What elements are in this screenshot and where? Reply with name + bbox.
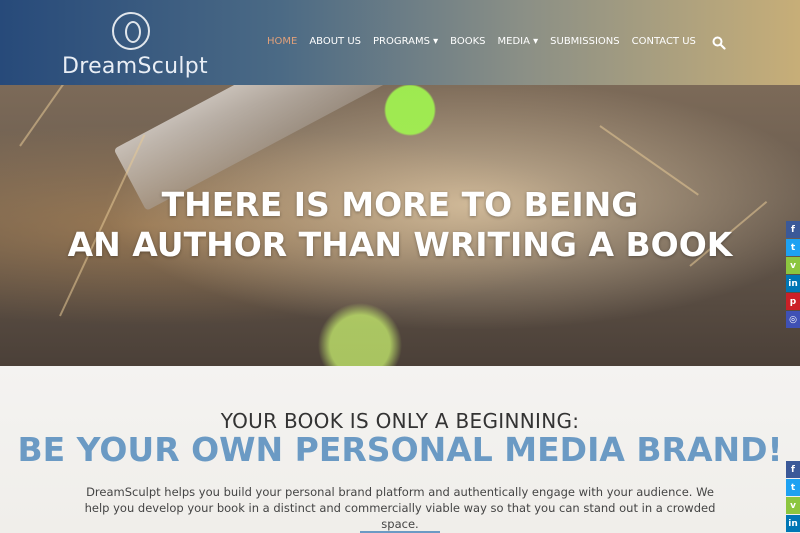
twitter-icon[interactable]: t xyxy=(786,239,800,256)
intro-body: DreamSculpt helps you build your persona… xyxy=(84,485,716,531)
grass-decoration xyxy=(19,85,113,147)
linkedin-icon[interactable]: in xyxy=(786,515,800,532)
site-header: DreamSculpt HOME ABOUT US PROGRAMS ▾ BOO… xyxy=(0,0,800,85)
hero-title: THERE IS MORE TO BEING AN AUTHOR THAN WR… xyxy=(0,185,800,265)
hero-title-line-2: AN AUTHOR THAN WRITING A BOOK xyxy=(67,225,733,264)
twitter-icon[interactable]: t xyxy=(786,479,800,496)
hero-banner: THERE IS MORE TO BEING AN AUTHOR THAN WR… xyxy=(0,85,800,366)
nav-item-media[interactable]: MEDIA ▾ xyxy=(498,36,539,47)
social-share-bar-bottom: f t v in xyxy=(786,461,800,532)
hero-title-line-1: THERE IS MORE TO BEING xyxy=(161,185,639,224)
instagram-icon[interactable]: ◎ xyxy=(786,311,800,328)
search-icon[interactable] xyxy=(712,36,726,50)
nav-item-programs[interactable]: PROGRAMS ▾ xyxy=(373,36,438,47)
linkedin-icon[interactable]: in xyxy=(786,275,800,292)
logo-mark-icon xyxy=(112,12,150,50)
facebook-icon[interactable]: f xyxy=(786,461,800,478)
nav-item-books[interactable]: BOOKS xyxy=(450,36,485,47)
nav-item-contact-us[interactable]: CONTACT US xyxy=(632,36,696,47)
pinterest-icon[interactable]: p xyxy=(786,293,800,310)
intro-section: YOUR BOOK IS ONLY A BEGINNING: BE YOUR O… xyxy=(0,366,800,533)
vine-icon[interactable]: v xyxy=(786,257,800,274)
main-nav: HOME ABOUT US PROGRAMS ▾ BOOKS MEDIA ▾ S… xyxy=(267,36,696,47)
intro-headline: BE YOUR OWN PERSONAL MEDIA BRAND! xyxy=(17,430,783,469)
nav-item-submissions[interactable]: SUBMISSIONS xyxy=(550,36,619,47)
social-share-bar-top: f t v in p ◎ xyxy=(786,221,800,328)
facebook-icon[interactable]: f xyxy=(786,221,800,238)
brand-logo[interactable]: DreamSculpt xyxy=(62,10,208,80)
nav-item-about-us[interactable]: ABOUT US xyxy=(309,36,361,47)
vine-icon[interactable]: v xyxy=(786,497,800,514)
brand-name: DreamSculpt xyxy=(62,54,208,79)
nav-item-home[interactable]: HOME xyxy=(267,36,297,47)
